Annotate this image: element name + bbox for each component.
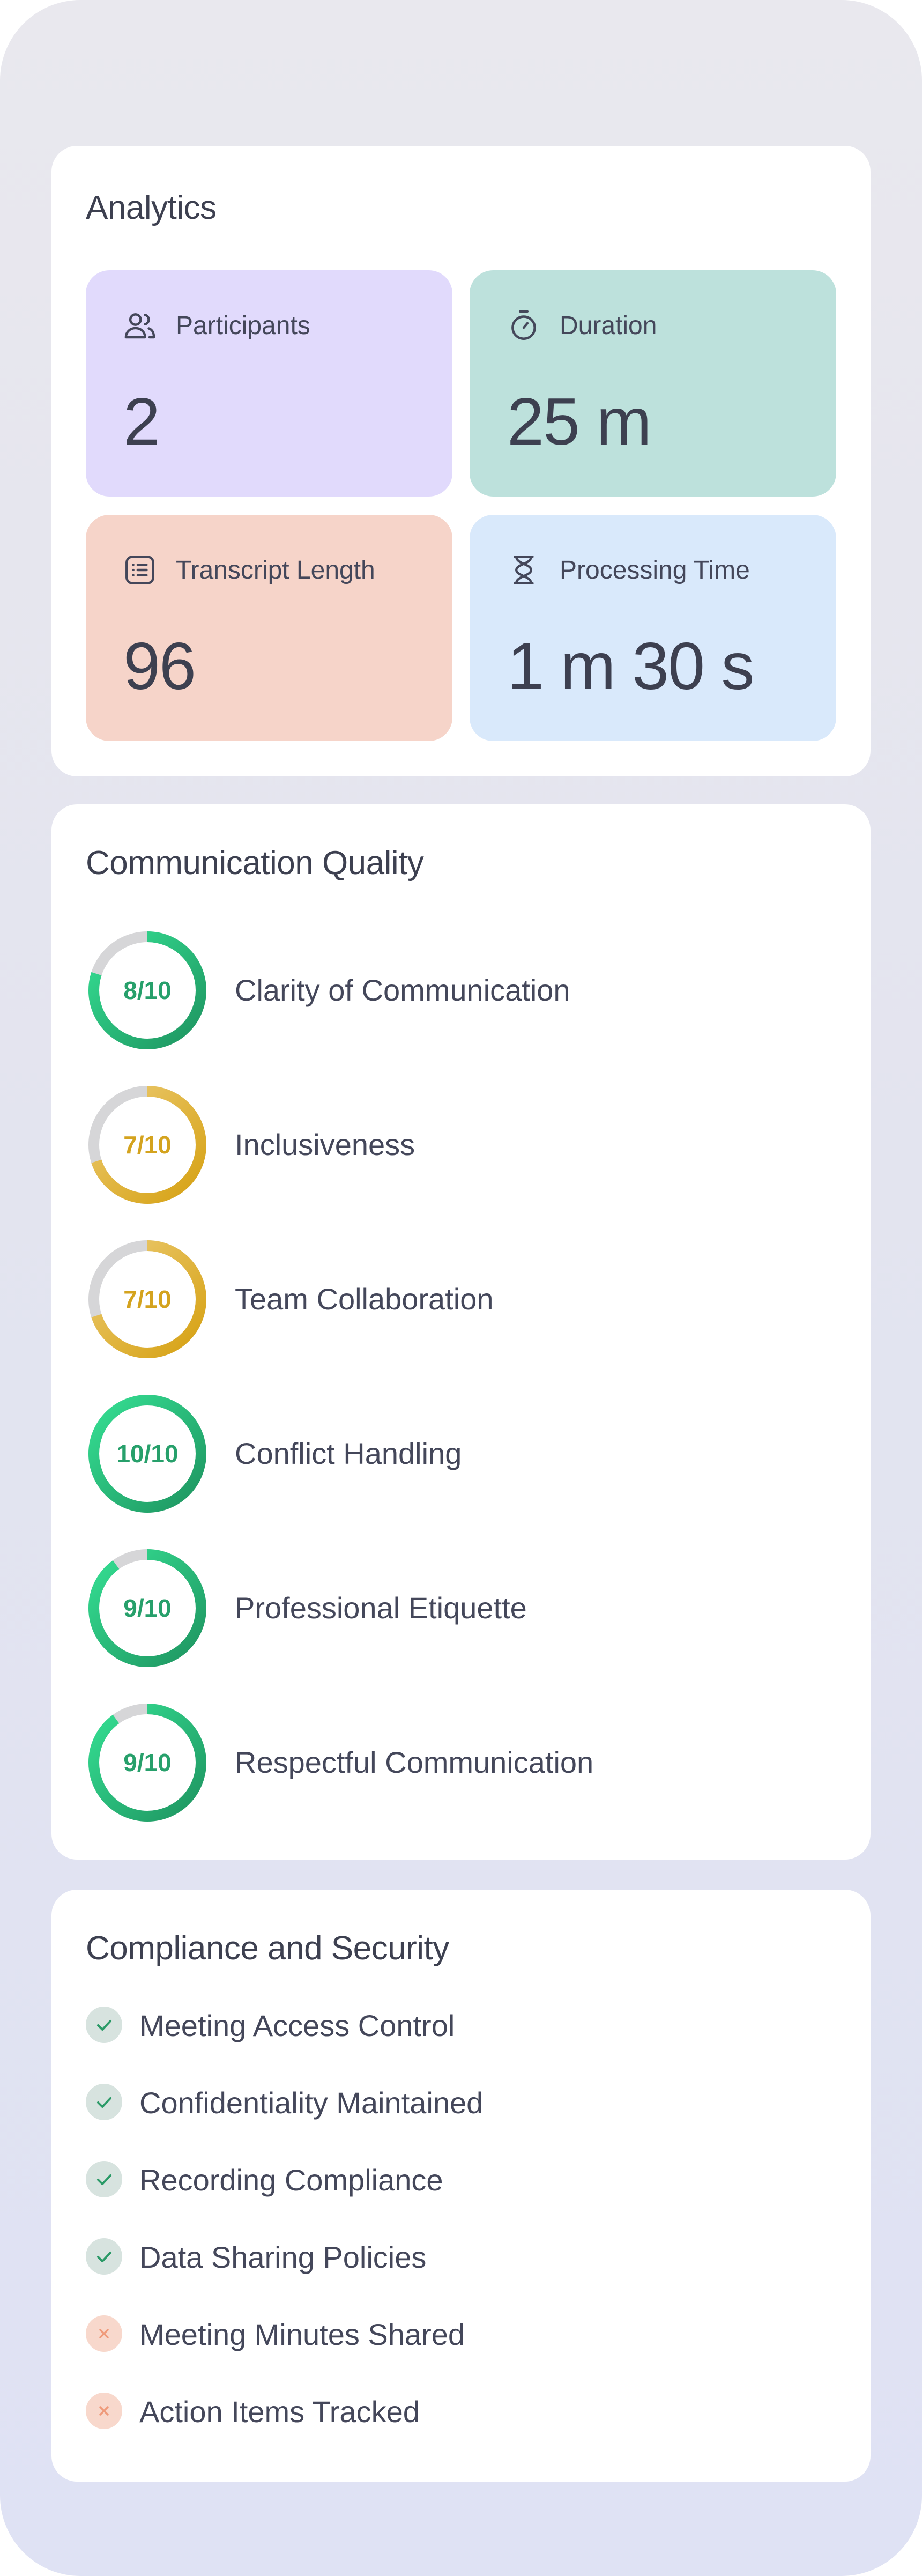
communication-quality-title: Communication Quality	[86, 845, 424, 882]
x-icon	[86, 2315, 122, 2352]
quality-label: Clarity of Communication	[235, 973, 570, 1007]
score-value: 7/10	[123, 1285, 172, 1313]
score-value: 9/10	[123, 1749, 172, 1776]
list-icon	[125, 556, 154, 584]
analytics-card: Analytics Participants 2 Duration 25 m T…	[51, 146, 871, 776]
quality-label: Inclusiveness	[235, 1128, 415, 1161]
compliance-row: Meeting Access Control	[86, 2004, 836, 2047]
quality-row[interactable]: 10/10 Conflict Handling	[86, 1392, 836, 1515]
stat-value: 1 m 30 s	[507, 630, 755, 704]
compliance-label: Action Items Tracked	[139, 2395, 420, 2429]
quality-row[interactable]: 8/10 Clarity of Communication	[86, 929, 836, 1052]
score-value: 9/10	[123, 1594, 172, 1622]
stat-value: 2	[123, 385, 160, 459]
score-value: 8/10	[123, 976, 172, 1004]
compliance-label: Recording Compliance	[139, 2163, 443, 2197]
stopwatch-icon	[511, 310, 536, 340]
quality-row[interactable]: 7/10 Team Collaboration	[86, 1238, 836, 1361]
check-icon	[86, 2161, 122, 2197]
quality-row[interactable]: 7/10 Inclusiveness	[86, 1083, 836, 1206]
app-screen: Analytics Participants 2 Duration 25 m T…	[0, 0, 922, 2576]
compliance-row: Action Items Tracked	[86, 2390, 836, 2433]
stat-label: Processing Time	[560, 556, 750, 584]
analytics-title: Analytics	[86, 189, 217, 226]
compliance-row: Recording Compliance	[86, 2159, 836, 2202]
quality-row[interactable]: 9/10 Respectful Communication	[86, 1701, 836, 1824]
check-icon	[86, 2238, 122, 2275]
compliance-label: Data Sharing Policies	[139, 2240, 427, 2274]
quality-label: Respectful Communication	[235, 1745, 594, 1779]
score-value: 7/10	[123, 1131, 172, 1159]
stat-label: Participants	[176, 312, 310, 340]
check-icon	[86, 2007, 122, 2043]
users-icon	[124, 313, 155, 339]
compliance-row: Confidentiality Maintained	[86, 2082, 836, 2125]
communication-quality-card: Communication Quality 8/10 Clarity of Com…	[51, 804, 871, 1860]
stat-value: 25 m	[507, 385, 652, 459]
quality-label: Professional Etiquette	[235, 1591, 527, 1625]
stat-label: Transcript Length	[176, 556, 375, 584]
x-icon	[86, 2393, 122, 2429]
stat-label: Duration	[560, 312, 657, 340]
compliance-security-card: Compliance and Security Meeting Access C…	[51, 1890, 871, 2482]
stat-processing-time[interactable]: Processing Time 1 m 30 s	[470, 515, 836, 741]
quality-row[interactable]: 9/10 Professional Etiquette	[86, 1546, 836, 1670]
quality-label: Conflict Handling	[235, 1437, 462, 1470]
stat-duration[interactable]: Duration 25 m	[470, 270, 836, 497]
compliance-row: Meeting Minutes Shared	[86, 2313, 836, 2356]
compliance-label: Meeting Minutes Shared	[139, 2318, 465, 2351]
check-icon	[86, 2084, 122, 2120]
stat-value: 96	[123, 630, 196, 704]
stat-transcript-length[interactable]: Transcript Length 96	[86, 515, 452, 741]
quality-label: Team Collaboration	[235, 1282, 494, 1316]
compliance-row: Data Sharing Policies	[86, 2236, 836, 2279]
stat-participants[interactable]: Participants 2	[86, 270, 452, 497]
compliance-label: Confidentiality Maintained	[139, 2086, 484, 2120]
compliance-label: Meeting Access Control	[139, 2009, 455, 2042]
compliance-security-title: Compliance and Security	[86, 1930, 449, 1967]
score-value: 10/10	[116, 1440, 179, 1468]
hourglass-icon	[514, 556, 534, 584]
